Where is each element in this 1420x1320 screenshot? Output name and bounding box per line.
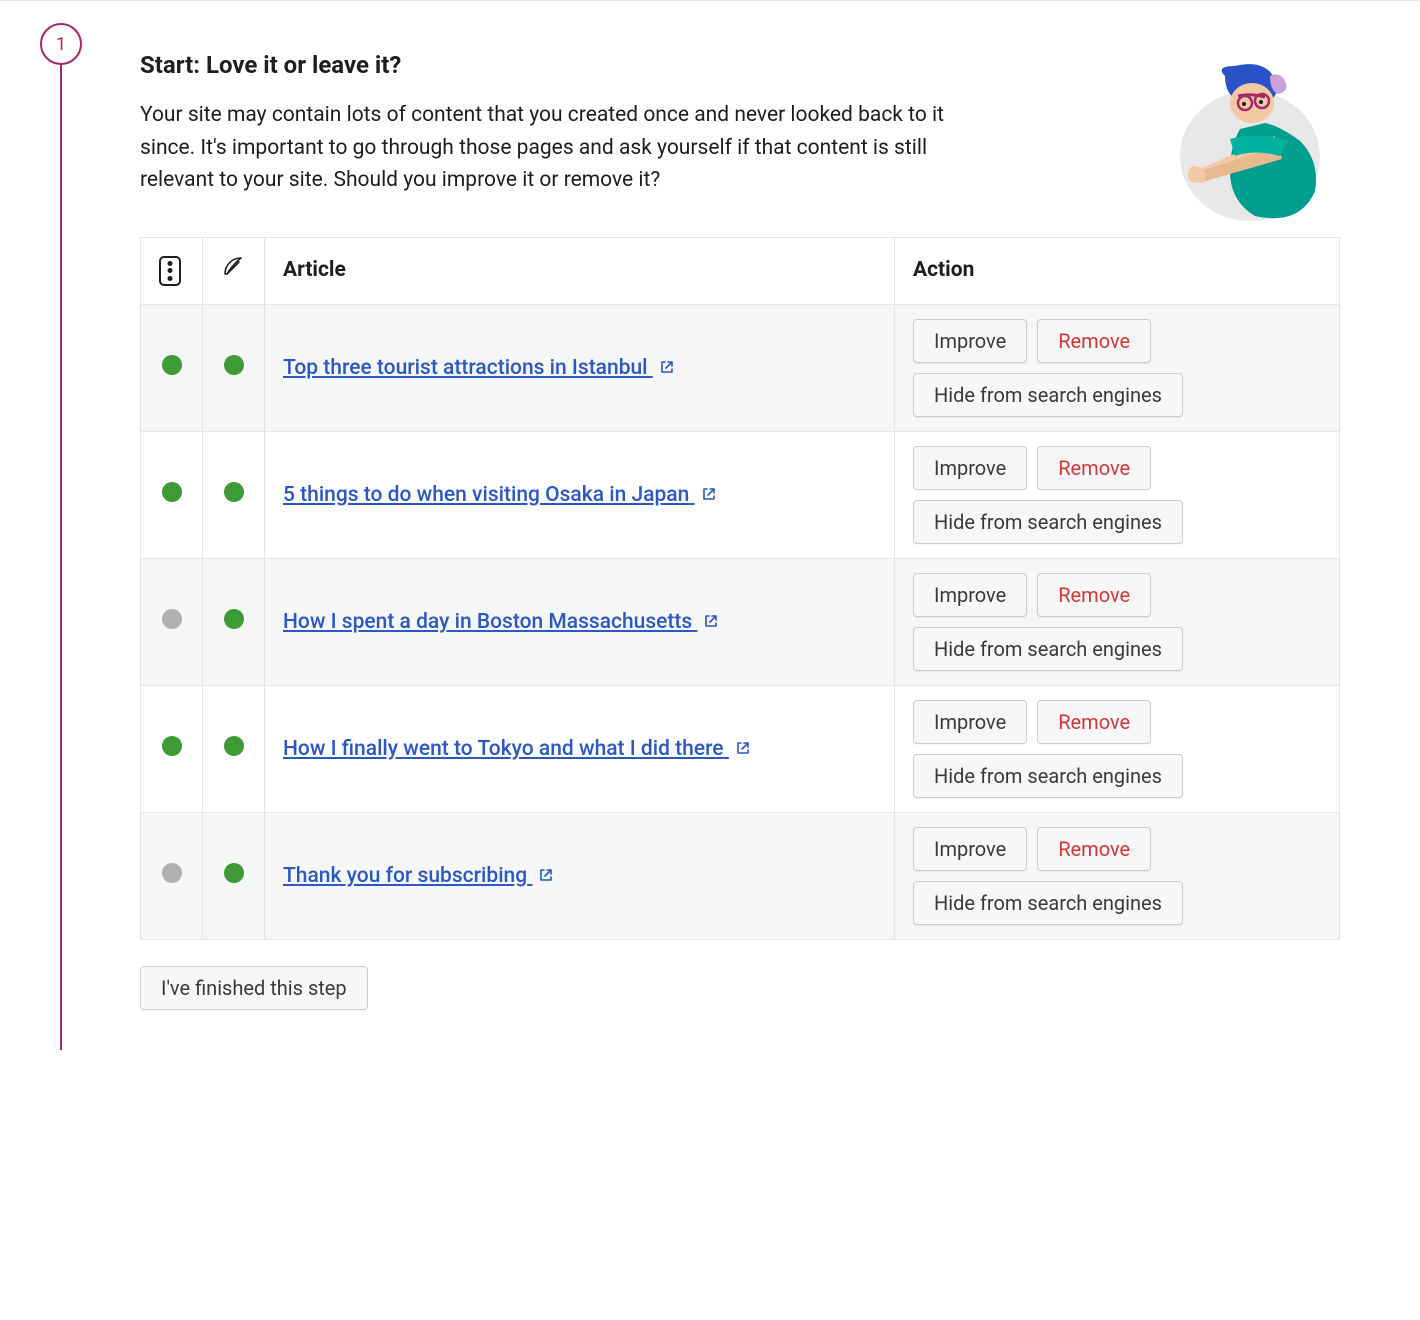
action-buttons: ImproveRemove Hide from search engines <box>913 319 1321 417</box>
step-description: Your site may contain lots of content th… <box>140 99 980 197</box>
improve-button[interactable]: Improve <box>913 827 1027 871</box>
article-cell: Top three tourist attractions in Istanbu… <box>265 305 895 432</box>
article-cell: How I spent a day in Boston Massachusett… <box>265 559 895 686</box>
finish-step-button[interactable]: I've finished this step <box>140 966 368 1010</box>
article-link[interactable]: How I spent a day in Boston Massachusett… <box>283 610 719 634</box>
column-header-status <box>141 237 203 305</box>
article-link[interactable]: Thank you for subscribing <box>283 864 554 888</box>
remove-button[interactable]: Remove <box>1037 446 1151 490</box>
article-title: Top three tourist attractions in Istanbu… <box>283 356 648 380</box>
action-cell: ImproveRemove Hide from search engines <box>895 686 1340 813</box>
remove-button[interactable]: Remove <box>1037 700 1151 744</box>
hide-from-search-button[interactable]: Hide from search engines <box>913 627 1183 671</box>
illustration-person-stretching <box>1170 61 1340 231</box>
improve-button[interactable]: Improve <box>913 319 1027 363</box>
status-dot <box>162 355 182 375</box>
status-dot <box>162 609 182 629</box>
action-buttons: ImproveRemove Hide from search engines <box>913 700 1321 798</box>
external-link-icon <box>703 613 719 629</box>
article-title: Thank you for subscribing <box>283 864 527 888</box>
status-dot <box>162 482 182 502</box>
article-link[interactable]: 5 things to do when visiting Osaka in Ja… <box>283 483 717 507</box>
status-dot <box>162 736 182 756</box>
status-cell-readability <box>203 559 265 686</box>
article-cell: How I finally went to Tokyo and what I d… <box>265 686 895 813</box>
hide-from-search-button[interactable]: Hide from search engines <box>913 500 1183 544</box>
table-row: 5 things to do when visiting Osaka in Ja… <box>141 432 1340 559</box>
status-cell-readability <box>203 305 265 432</box>
remove-button[interactable]: Remove <box>1037 827 1151 871</box>
external-link-icon <box>735 740 751 756</box>
feather-icon <box>221 254 245 289</box>
external-link-icon <box>659 359 675 375</box>
status-cell-seo <box>141 305 203 432</box>
status-cell-readability <box>203 813 265 940</box>
article-cell: Thank you for subscribing <box>265 813 895 940</box>
action-cell: ImproveRemove Hide from search engines <box>895 305 1340 432</box>
status-dot <box>224 482 244 502</box>
status-cell-seo <box>141 686 203 813</box>
article-link[interactable]: Top three tourist attractions in Istanbu… <box>283 356 675 380</box>
improve-button[interactable]: Improve <box>913 700 1027 744</box>
articles-table: Article Action Top three tourist attract… <box>140 237 1340 941</box>
action-cell: ImproveRemove Hide from search engines <box>895 559 1340 686</box>
table-row: How I finally went to Tokyo and what I d… <box>141 686 1340 813</box>
external-link-icon <box>538 867 554 883</box>
article-title: How I finally went to Tokyo and what I d… <box>283 737 724 761</box>
status-cell-seo <box>141 559 203 686</box>
table-row: Top three tourist attractions in Istanbu… <box>141 305 1340 432</box>
status-cell-readability <box>203 432 265 559</box>
status-dot <box>224 609 244 629</box>
status-cell-seo <box>141 432 203 559</box>
article-title: How I spent a day in Boston Massachusett… <box>283 610 692 634</box>
column-header-article: Article <box>265 237 895 305</box>
action-cell: ImproveRemove Hide from search engines <box>895 432 1340 559</box>
traffic-light-icon <box>159 256 181 286</box>
action-buttons: ImproveRemove Hide from search engines <box>913 446 1321 544</box>
improve-button[interactable]: Improve <box>913 573 1027 617</box>
improve-button[interactable]: Improve <box>913 446 1027 490</box>
action-buttons: ImproveRemove Hide from search engines <box>913 573 1321 671</box>
status-cell-readability <box>203 686 265 813</box>
status-dot <box>224 863 244 883</box>
remove-button[interactable]: Remove <box>1037 319 1151 363</box>
status-dot <box>224 355 244 375</box>
hide-from-search-button[interactable]: Hide from search engines <box>913 754 1183 798</box>
step-number-badge: 1 <box>40 23 82 65</box>
column-header-readability <box>203 237 265 305</box>
step-number: 1 <box>56 31 66 58</box>
article-cell: 5 things to do when visiting Osaka in Ja… <box>265 432 895 559</box>
remove-button[interactable]: Remove <box>1037 573 1151 617</box>
action-buttons: ImproveRemove Hide from search engines <box>913 827 1321 925</box>
status-dot <box>224 736 244 756</box>
status-cell-seo <box>141 813 203 940</box>
article-title: 5 things to do when visiting Osaka in Ja… <box>283 483 689 507</box>
timeline-line <box>60 61 62 1050</box>
article-link[interactable]: How I finally went to Tokyo and what I d… <box>283 737 751 761</box>
status-dot <box>162 863 182 883</box>
step-title: Start: Love it or leave it? <box>140 41 1340 83</box>
external-link-icon <box>701 486 717 502</box>
hide-from-search-button[interactable]: Hide from search engines <box>913 881 1183 925</box>
table-row: Thank you for subscribing ImproveRemove H… <box>141 813 1340 940</box>
table-row: How I spent a day in Boston Massachusett… <box>141 559 1340 686</box>
hide-from-search-button[interactable]: Hide from search engines <box>913 373 1183 417</box>
column-header-action: Action <box>895 237 1340 305</box>
action-cell: ImproveRemove Hide from search engines <box>895 813 1340 940</box>
